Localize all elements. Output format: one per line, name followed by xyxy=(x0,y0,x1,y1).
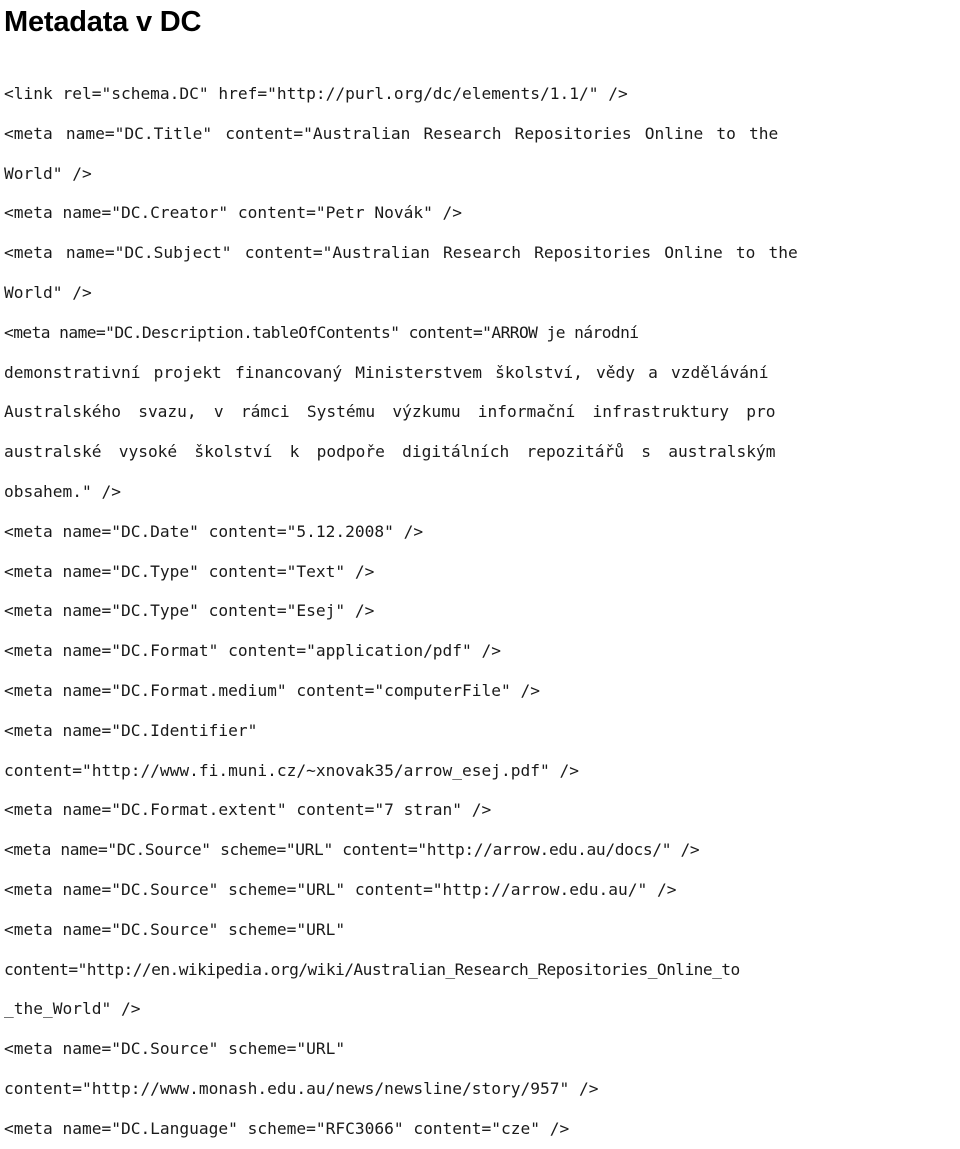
code-line-dc-format-medium: <meta name="DC.Format.medium" content="c… xyxy=(4,680,541,700)
code-line-dc-identifier-1: <meta name="DC.Identifier" xyxy=(4,720,258,740)
code-line-dc-description-toc-1: <meta name="DC.Description.tableOfConten… xyxy=(4,322,639,342)
code-line-dc-title-2: World" /> xyxy=(4,163,92,183)
code-line-dc-format-extent: <meta name="DC.Format.extent" content="7… xyxy=(4,800,492,820)
code-line-dc-source-wikipedia-2: content="http://en.wikipedia.org/wiki/Au… xyxy=(4,959,740,979)
page-title: Metadata v DC xyxy=(4,6,202,38)
code-line-dc-language: <meta name="DC.Language" scheme="RFC3066… xyxy=(4,1118,570,1138)
code-line-dc-date: <meta name="DC.Date" content="5.12.2008"… xyxy=(4,521,424,541)
code-line-dc-source-docs: <meta name="DC.Source" scheme="URL" cont… xyxy=(4,840,700,860)
code-line-dc-description-toc-5: obsahem." /> xyxy=(4,481,121,501)
code-line-dc-source-monash-2: content="http://www.monash.edu.au/news/n… xyxy=(4,1078,599,1098)
metadata-code-block: <link rel="schema.DC" href="http://purl.… xyxy=(4,74,956,1149)
code-line-dc-type-esej: <meta name="DC.Type" content="Esej" /> xyxy=(4,601,375,621)
code-line-dc-description-toc-3: Australského svazu, v rámci Systému výzk… xyxy=(4,402,776,422)
code-line-dc-description-toc-4: australské vysoké školství k podpoře dig… xyxy=(4,442,776,462)
code-line-dc-source-monash-1: <meta name="DC.Source" scheme="URL" xyxy=(4,1039,346,1059)
code-line-link-schema: <link rel="schema.DC" href="http://purl.… xyxy=(4,84,628,103)
code-line-dc-title-1: <meta name="DC.Title" content="Australia… xyxy=(4,123,779,143)
code-line-dc-subject-1: <meta name="DC.Subject" content="Austral… xyxy=(4,243,798,263)
code-line-dc-type-text: <meta name="DC.Type" content="Text" /> xyxy=(4,561,375,581)
code-line-dc-creator: <meta name="DC.Creator" content="Petr No… xyxy=(4,203,463,223)
code-line-dc-identifier-2: content="http://www.fi.muni.cz/~xnovak35… xyxy=(4,760,579,780)
code-line-dc-format: <meta name="DC.Format" content="applicat… xyxy=(4,641,502,661)
code-line-dc-source-wikipedia-1: <meta name="DC.Source" scheme="URL" xyxy=(4,919,346,939)
code-line-dc-source-root: <meta name="DC.Source" scheme="URL" cont… xyxy=(4,879,677,899)
code-line-dc-source-wikipedia-3: _the_World" /> xyxy=(4,999,141,1019)
code-line-dc-subject-2: World" /> xyxy=(4,282,92,302)
document-page: Metadata v DC <link rel="schema.DC" href… xyxy=(0,0,960,1138)
code-line-dc-description-toc-2: demonstrativní projekt financovaný Minis… xyxy=(4,362,769,382)
